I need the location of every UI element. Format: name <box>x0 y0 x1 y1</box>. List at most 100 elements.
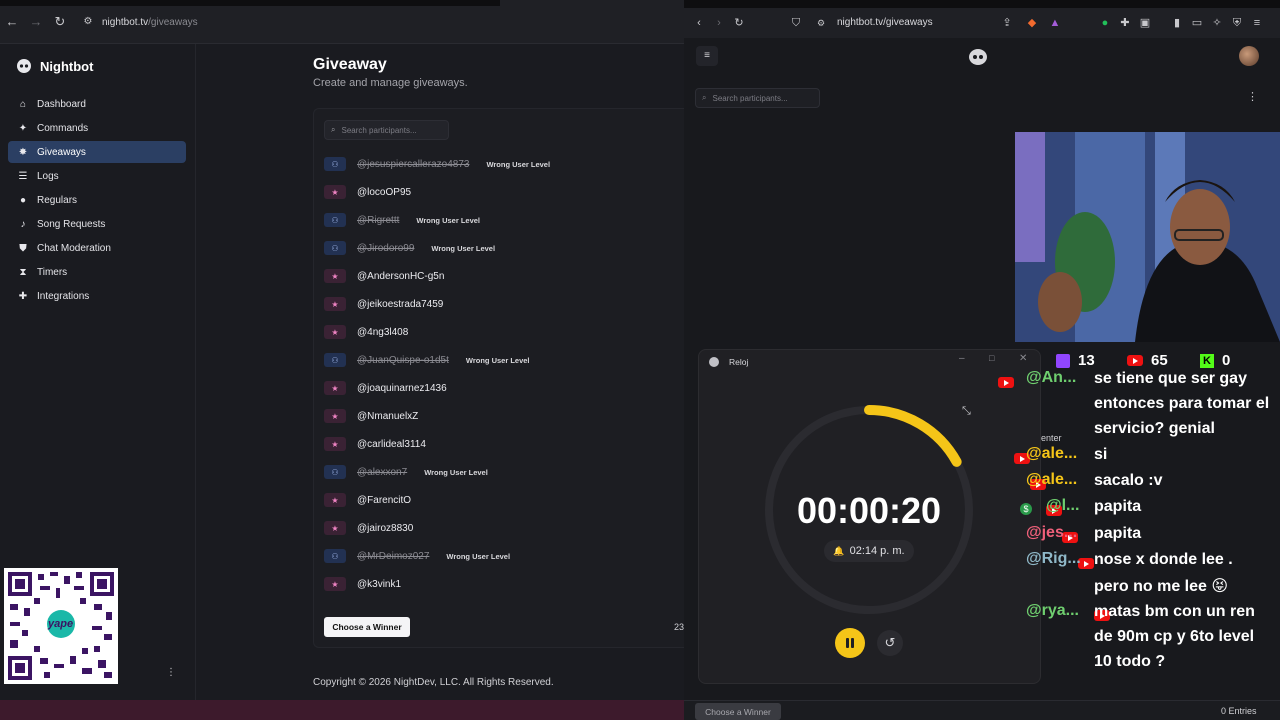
participant-row[interactable]: ⚇ @Jirodoro99 Wrong User Level <box>324 239 495 257</box>
vpn-icon[interactable]: ⛨ <box>1230 16 1244 30</box>
pause-button[interactable] <box>835 628 865 658</box>
home-icon: ⌂ <box>19 98 27 110</box>
participant-row[interactable]: ⚇ @JuanQuispe-o1d5t Wrong User Level <box>324 351 530 369</box>
subscriber-badge-icon: ⚇ <box>324 549 346 563</box>
right-url[interactable]: nightbot.tv/giveaways <box>837 17 933 28</box>
more-options-icon[interactable]: ⋮ <box>1247 90 1258 103</box>
menu-icon[interactable]: ≡ <box>1250 16 1264 30</box>
alarm-chip: 🔔 02:14 p. m. <box>824 540 914 562</box>
participant-row[interactable]: ★ @AndersonHC-g5n <box>324 267 444 285</box>
participant-row[interactable]: ★ @k3vink1 <box>324 575 401 593</box>
left-url[interactable]: nightbot.tv/giveaways <box>102 17 198 28</box>
sidebar-more-icon[interactable]: ⋮ <box>166 667 176 678</box>
sidebar-item-regulars[interactable]: ● Regulars <box>8 189 186 211</box>
chat-username: @jes... <box>1026 524 1078 541</box>
right-choose-winner-button[interactable]: Choose a Winner <box>695 703 781 720</box>
extension-green-icon[interactable]: ● <box>1098 16 1112 30</box>
participant-name: @AndersonHC-g5n <box>357 270 445 282</box>
participant-row[interactable]: ★ @joaquinarnez1436 <box>324 379 447 397</box>
participant-row[interactable]: ⚇ @alexxon7 Wrong User Level <box>324 463 488 481</box>
subscriber-badge-icon: ⚇ <box>324 465 346 479</box>
share-icon[interactable]: ⇪ <box>1000 16 1014 30</box>
participant-row[interactable]: ⚇ @jesuspiercallerazo4873 Wrong User Level <box>324 155 550 173</box>
chat-username: @l... <box>1046 497 1080 514</box>
participant-row[interactable]: ★ @locoOP95 <box>324 183 411 201</box>
participant-name: @NmanuelxZ <box>357 410 419 422</box>
wrong-user-level-tag: Wrong User Level <box>416 215 481 225</box>
search-icon: ⌕ <box>702 93 707 102</box>
close-icon[interactable]: ✕ <box>1019 353 1027 364</box>
reload-icon[interactable]: ↻ <box>732 16 746 30</box>
sidebar-item-label: Song Requests <box>37 218 106 230</box>
clock-app-window: Reloj – □ ✕ ⤡ 00:00:20 🔔 02:14 p. m. ↺ <box>698 349 1041 684</box>
extensions-icon[interactable]: ✚ <box>1118 16 1132 30</box>
users-icon: ● <box>19 194 27 206</box>
choose-winner-button[interactable]: Choose a Winner <box>324 617 410 637</box>
participant-row[interactable]: ★ @jairoz8830 <box>324 519 413 537</box>
participant-name: @jeikoestrada7459 <box>357 298 444 310</box>
star-badge-icon: ★ <box>324 325 346 339</box>
chat-username: @ale... <box>1026 445 1078 462</box>
subscriber-badge-icon: ⚇ <box>324 213 346 227</box>
sidebar-item-label: Integrations <box>37 290 90 302</box>
nightbot-brand[interactable]: Nightbot <box>16 58 93 74</box>
sidebar-item-logs[interactable]: ☰ Logs <box>8 165 186 187</box>
participant-row[interactable]: ⚇ @MrDeimoz027 Wrong User Level <box>324 547 510 565</box>
youtube-count: 65 <box>1151 352 1168 369</box>
forward-icon[interactable]: → <box>28 14 44 30</box>
hamburger-menu-button[interactable]: ≡ <box>696 46 718 66</box>
star-badge-icon: ★ <box>324 269 346 283</box>
reload-icon[interactable]: ↻ <box>52 14 68 30</box>
right-search-input[interactable]: ⌕ Search participants... <box>695 88 820 108</box>
participant-row[interactable]: ★ @FarencitO <box>324 491 411 509</box>
left-tab-strip <box>0 0 500 6</box>
yape-label: yape <box>48 618 74 630</box>
sidebar-item-label: Regulars <box>37 194 78 206</box>
screenshot-icon[interactable]: ▣ <box>1138 16 1152 30</box>
participant-name: @Jirodoro99 <box>357 242 415 254</box>
reset-button[interactable]: ↺ <box>877 630 903 656</box>
sidebar-item-song-requests[interactable]: ♪ Song Requests <box>8 213 186 235</box>
chat-username: @rya... <box>1026 602 1079 619</box>
kick-count: 0 <box>1222 352 1231 369</box>
search-input[interactable]: ⌕ Search participants... <box>324 120 449 140</box>
minimize-icon[interactable]: – <box>959 353 965 364</box>
maximize-icon[interactable]: □ <box>989 353 994 363</box>
donation-icon: $ <box>1020 503 1032 515</box>
webcam-image <box>1015 132 1280 342</box>
webcam-feed <box>1015 132 1280 342</box>
rewards-icon[interactable]: ▲ <box>1048 16 1062 30</box>
search-placeholder: Search participants... <box>341 125 417 135</box>
back-icon[interactable]: ← <box>4 14 20 30</box>
site-settings-icon[interactable]: ⚙ <box>80 14 96 30</box>
nightbot-logo-icon[interactable] <box>967 46 989 66</box>
timer-progress-arc <box>864 405 962 467</box>
avatar[interactable] <box>1239 46 1259 66</box>
participant-row[interactable]: ★ @4ng3l408 <box>324 323 408 341</box>
sidebar-toggle-icon[interactable]: ▮ <box>1170 16 1184 30</box>
list-icon: ☰ <box>18 170 28 182</box>
participant-row[interactable]: ★ @NmanuelxZ <box>324 407 418 425</box>
bookmark-icon[interactable]: ⛉ <box>789 16 803 30</box>
sidebar-item-dashboard[interactable]: ⌂ Dashboard <box>8 93 186 115</box>
site-settings-icon[interactable]: ⚙ <box>814 16 828 30</box>
sidebar-item-giveaways[interactable]: ✸ Giveaways <box>8 141 186 163</box>
shield-icon: ⛊ <box>19 242 27 254</box>
star-badge-icon: ★ <box>324 437 346 451</box>
participant-row[interactable]: ★ @carlideal3114 <box>324 435 426 453</box>
chat-username: @Rig... <box>1026 550 1081 567</box>
wallet-icon[interactable]: ▭ <box>1190 16 1204 30</box>
sidebar-item-timers[interactable]: ⧗ Timers <box>8 261 186 283</box>
participant-row[interactable]: ⚇ @Rigrettt Wrong User Level <box>324 211 480 229</box>
brave-shield-icon[interactable]: ◆ <box>1025 16 1039 30</box>
sidebar-item-integrations[interactable]: ✚ Integrations <box>8 285 186 307</box>
ai-assistant-icon[interactable]: ✧ <box>1210 16 1224 30</box>
participant-row[interactable]: ★ @jeikoestrada7459 <box>324 295 443 313</box>
back-icon[interactable]: ‹ <box>692 16 706 30</box>
participant-name: @4ng3l408 <box>357 326 409 338</box>
sidebar-item-chat-moderation[interactable]: ⛊ Chat Moderation <box>8 237 186 259</box>
chat-message: papita <box>1094 498 1142 515</box>
forward-icon[interactable]: › <box>712 16 726 30</box>
sidebar-item-commands[interactable]: ✦ Commands <box>8 117 186 139</box>
taskbar-strip <box>0 700 684 720</box>
